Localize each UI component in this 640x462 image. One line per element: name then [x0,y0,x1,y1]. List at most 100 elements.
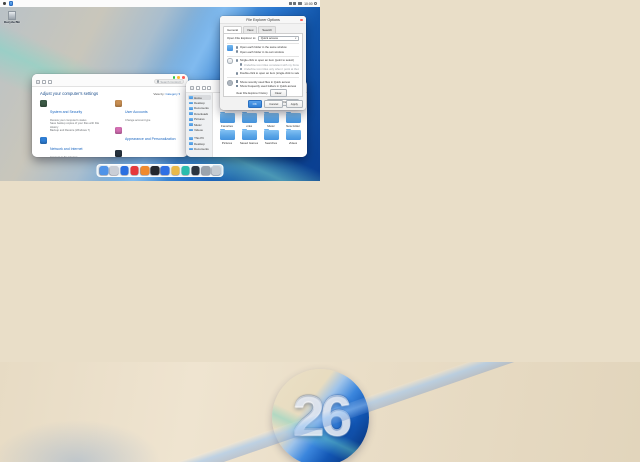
control-panel-category[interactable]: User Accounts Change account type [115,100,180,122]
folder-icon [285,111,301,123]
folder-icon [189,147,193,151]
search-input[interactable]: Search Control Panel [154,79,184,84]
privacy-icon [227,79,233,86]
control-panel-category[interactable]: Appearance and Personalization [115,126,180,146]
recycle-bin-icon [8,11,16,20]
folder-icon [263,128,279,140]
page-title: Adjust your computer's settings [40,91,99,96]
checkbox[interactable] [235,80,239,84]
up-button[interactable] [47,80,52,84]
active-app-icon[interactable] [8,1,14,6]
category-icon [40,100,47,107]
folder-item[interactable]: Music [261,111,281,128]
sidebar-item[interactable]: Desktop [188,100,211,105]
tab-search[interactable]: Search [258,26,277,33]
radio-button[interactable] [239,63,243,67]
folder-icon [189,128,193,132]
dock-app-icon[interactable] [99,166,109,175]
category-icon [115,100,122,107]
radio-button[interactable] [235,59,239,62]
radio-button[interactable] [235,46,239,49]
cancel-button[interactable]: Cancel [264,99,284,108]
dock-app-icon[interactable] [130,166,139,175]
tab-general[interactable]: General [223,26,243,33]
theme-preview-collage: 10:00 Recycle Bin [0,0,640,462]
dock-app-icon[interactable] [140,166,150,175]
general-tab-page: Open File Explorer to: Quick access ▾ Ope… [223,32,303,107]
click-items-icon [227,58,233,65]
file-explorer-options-dialog[interactable]: File Explorer Options General View Searc… [220,16,306,110]
folder-item[interactable]: Pictures [217,128,237,145]
folder-item[interactable]: Favorites [217,111,237,128]
folder-item[interactable]: New folder [283,111,303,128]
recycle-bin-label: Recycle Bin [4,20,20,25]
list-view-button[interactable] [195,86,200,90]
radio-button[interactable] [235,71,239,75]
dock-app-icon[interactable] [160,166,170,175]
more-options-button[interactable] [207,86,212,90]
dock-app-icon[interactable] [191,166,200,175]
folder-item[interactable]: Saved Games [239,128,259,145]
ok-button[interactable]: OK [247,99,262,108]
folder-icon [241,111,257,123]
toolbar [190,86,212,90]
sidebar: Home Desktop Documents [186,93,213,157]
sidebar-item[interactable]: Downloads [188,111,211,116]
wifi-icon[interactable] [293,2,296,5]
battery-icon[interactable] [297,2,302,5]
folder-icon [189,117,193,121]
apply-button[interactable]: Apply [285,99,303,108]
browse-folders-icon [227,45,233,52]
apple-menu-icon[interactable] [3,1,6,6]
input-source-icon[interactable] [288,2,292,5]
search-icon [157,80,160,83]
radio-option[interactable]: Open each folder in its own window [235,50,300,54]
control-panel-window[interactable]: Search Control Panel Adjust your compute… [32,74,188,157]
folder-icon [285,128,301,140]
view-by-dropdown[interactable]: View by: Category ▾ [153,92,180,96]
forward-button[interactable] [41,80,46,84]
dialog-title: File Explorer Options [246,17,280,22]
folder-icon [219,128,235,140]
checkbox[interactable] [235,84,239,88]
folder-item[interactable]: Videos [283,128,303,145]
control-panel-home: Adjust your computer's settings View by:… [32,87,188,157]
radio-option[interactable]: Double-click to open an item (single-cli… [235,71,299,75]
dock-app-icon[interactable] [150,166,160,175]
clear-button[interactable]: Clear [269,89,287,97]
folder-icon [189,142,193,146]
recycle-bin-desktop-icon[interactable]: Recycle Bin [4,11,20,24]
close-button[interactable] [300,18,303,22]
folder-item[interactable]: Links [239,111,259,128]
grid-view-button[interactable] [190,86,194,90]
back-button[interactable] [36,80,40,84]
folder-icon [219,111,235,123]
control-panel-category[interactable]: Clock and Region Change date, time, or n… [115,149,180,157]
control-panel-category[interactable]: Network and Internet Connect to the Inte… [40,137,105,157]
dock-app-icon[interactable] [181,166,190,175]
folder-icon [189,101,193,105]
dock-app-icon[interactable] [170,166,180,175]
folder-icon [241,128,257,140]
folder-item[interactable]: Searches [261,128,281,145]
open-to-dropdown[interactable]: Quick access ▾ [258,36,299,41]
dock-app-icon[interactable] [201,166,211,175]
menu-bar-clock[interactable]: 10:00 [304,2,313,6]
folder-icon [189,107,193,110]
checkbox-option[interactable]: Show frequently used folders in Quick ac… [235,84,300,88]
dock-app-icon[interactable] [211,166,221,175]
folder-icon [189,96,193,100]
dock-app-icon[interactable] [120,166,129,175]
dialog-buttons: OK Cancel Apply [220,97,306,110]
control-center-icon[interactable] [314,2,317,5]
radio-button[interactable] [239,67,243,71]
control-panel-category[interactable]: System and Security Review your computer… [40,100,105,133]
dock-app-icon[interactable] [109,166,119,175]
category-icon [115,126,122,134]
menu-bar: 10:00 [0,0,320,7]
dialog-titlebar: File Explorer Options [220,16,306,24]
share-button[interactable] [201,86,206,90]
tab-view[interactable]: View [242,26,258,33]
sidebar-item[interactable]: Documents [188,146,211,151]
radio-button[interactable] [235,50,239,54]
